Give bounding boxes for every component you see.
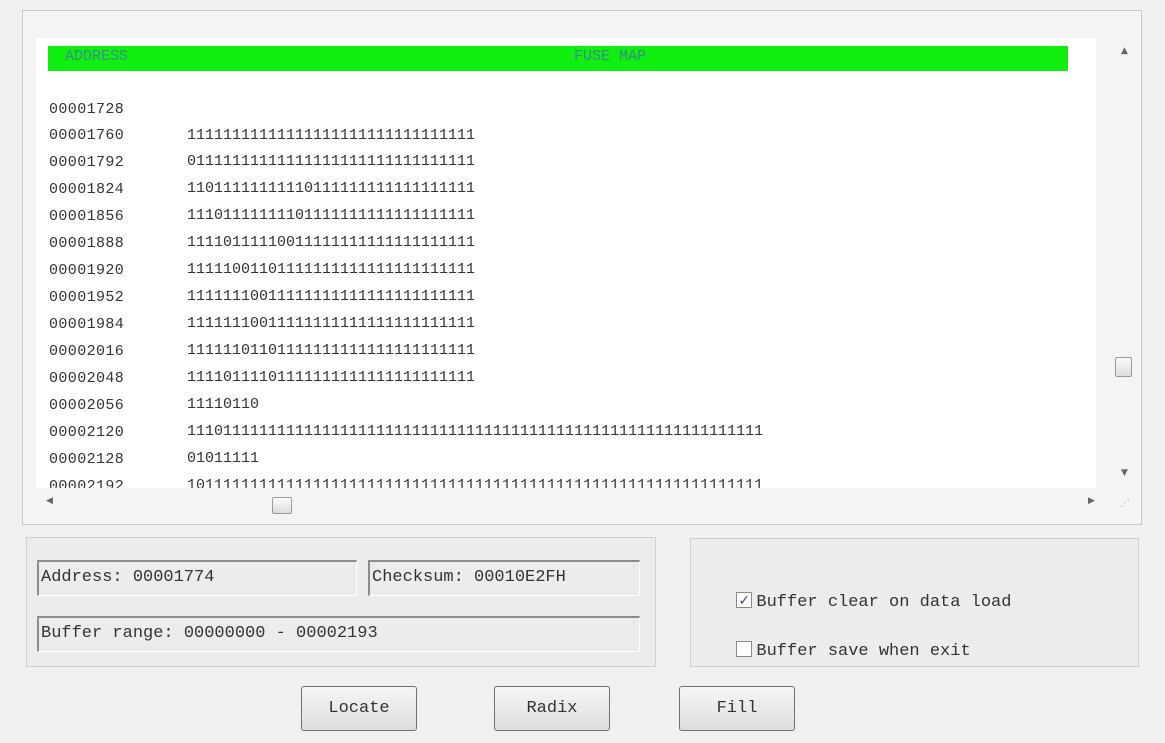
- buffer-save-label: Buffer save when exit: [756, 642, 971, 661]
- resize-grip-icon[interactable]: ⋰: [1120, 498, 1130, 509]
- grid-row[interactable]: 00001984 1111110110111111111111111111111…: [48, 286, 1088, 359]
- grid-row[interactable]: 00001888 1111100110111111111111111111111…: [48, 205, 1088, 278]
- grid-row[interactable]: 00002056 1110111111111111111111111111111…: [48, 367, 1088, 440]
- grid-row[interactable]: 00002128 1011111111111111111111111111111…: [48, 421, 1088, 488]
- locate-button[interactable]: Locate: [301, 686, 417, 731]
- fill-button[interactable]: Fill: [679, 686, 795, 731]
- grid-row[interactable]: 00001728 1111111111111111111111111111111…: [48, 71, 1088, 144]
- buffer-clear-checkbox[interactable]: ✓: [736, 592, 753, 609]
- grid-row[interactable]: 00001856 1111011111001111111111111111111…: [48, 178, 1088, 251]
- radix-button[interactable]: Radix: [494, 686, 610, 731]
- scroll-left-arrow-icon[interactable]: ◀: [46, 496, 53, 506]
- column-header-fuse-map: FUSE MAP: [574, 48, 647, 65]
- grid-row[interactable]: 00001760 0111111111111111111111111111111…: [48, 97, 1088, 170]
- buffer-save-on-exit-option[interactable]: Buffer save when exit: [716, 619, 971, 661]
- grid-row[interactable]: 00002120 01011111: [48, 394, 1088, 467]
- grid-row[interactable]: 00002016 1111011110111111111111111111111…: [48, 313, 1088, 386]
- scroll-down-arrow-icon[interactable]: ▼: [1121, 468, 1128, 478]
- vertical-scroll-thumb[interactable]: [1115, 357, 1132, 377]
- buffer-range-field: Buffer range: 00000000 - 00002193: [37, 616, 640, 652]
- grid-row[interactable]: 00001920 1111111001111111111111111111111…: [48, 232, 1088, 305]
- horizontal-scrollbar[interactable]: ◀ ▶: [36, 490, 1111, 520]
- buffer-save-checkbox[interactable]: [736, 641, 753, 657]
- grid-row[interactable]: 00002048 11110110: [48, 340, 1088, 413]
- row-address: 00002192: [49, 478, 125, 488]
- row-fuse-data: 1011111111111111111111111111111111111111…: [187, 477, 764, 488]
- checksum-field: Checksum: 00010E2FH: [368, 560, 640, 596]
- fuse-map-grid[interactable]: ADDRESS FUSE MAP 00001728 11111111111111…: [36, 38, 1096, 488]
- scroll-right-arrow-icon[interactable]: ▶: [1088, 496, 1095, 506]
- address-field: Address: 00001774: [37, 560, 357, 596]
- grid-row[interactable]: 00001824 1110111111110111111111111111111…: [48, 151, 1088, 224]
- scroll-up-arrow-icon[interactable]: ▲: [1121, 46, 1128, 56]
- buffer-clear-on-load-option[interactable]: ✓ Buffer clear on data load: [716, 570, 1011, 612]
- checkmark-icon: ✓: [738, 593, 751, 609]
- grid-row[interactable]: 00002192 11: [48, 448, 1088, 488]
- column-header-address: ADDRESS: [65, 48, 129, 65]
- horizontal-scroll-thumb[interactable]: [272, 497, 292, 514]
- vertical-scrollbar[interactable]: ▲ ▼: [1111, 38, 1141, 488]
- grid-row[interactable]: 00001952 1111111001111111111111111111111…: [48, 259, 1088, 332]
- grid-header: ADDRESS FUSE MAP: [48, 46, 1068, 71]
- grid-row[interactable]: 00001792 1101111111111011111111111111111…: [48, 124, 1088, 197]
- buffer-clear-label: Buffer clear on data load: [756, 593, 1012, 612]
